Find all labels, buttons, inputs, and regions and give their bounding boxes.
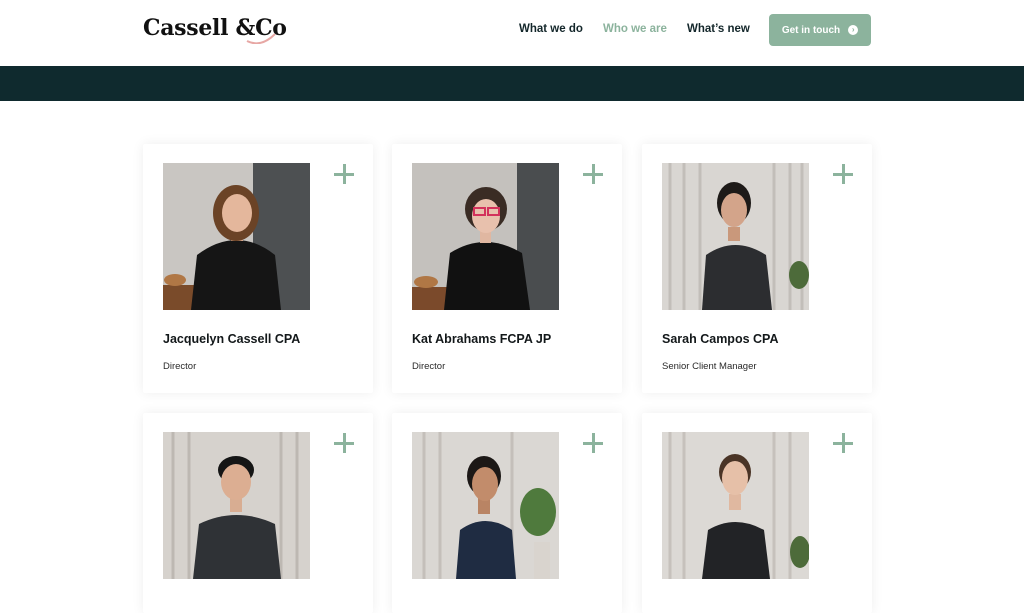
site-header: Cassell &Co What we do Who we are What’s… (0, 0, 1024, 66)
expand-plus-icon[interactable] (832, 163, 854, 185)
get-in-touch-label: Get in touch (781, 24, 841, 36)
team-card[interactable]: Kat Abrahams FCPA JP Director (392, 144, 622, 393)
team-photo (163, 432, 310, 579)
logo-swoosh-icon (246, 33, 276, 44)
team-member-name: Sarah Campos CPA (662, 332, 779, 346)
nav-whats-new[interactable]: What’s new (687, 23, 750, 35)
team-member-name: Kat Abrahams FCPA JP (412, 332, 552, 346)
team-photo (412, 432, 559, 579)
hero-band (0, 66, 1024, 101)
team-member-role: Director (163, 361, 197, 372)
team-card[interactable]: Sarah Campos CPA Senior Client Manager (642, 144, 872, 393)
team-card[interactable]: Jacquelyn Cassell CPA Director (143, 144, 373, 393)
team-card[interactable] (392, 413, 622, 613)
team-photo (662, 432, 809, 579)
expand-plus-icon[interactable] (832, 432, 854, 454)
get-in-touch-button[interactable]: Get in touch › (769, 14, 871, 46)
expand-plus-icon[interactable] (582, 163, 604, 185)
arrow-right-circle-icon: › (848, 25, 859, 35)
nav-who-we-are[interactable]: Who we are (603, 23, 667, 35)
team-card[interactable] (642, 413, 872, 613)
team-photo (662, 163, 809, 310)
team-member-name: Jacquelyn Cassell CPA (163, 332, 301, 346)
team-photo (163, 163, 310, 310)
expand-plus-icon[interactable] (333, 432, 355, 454)
team-photo (412, 163, 559, 310)
brand-logo[interactable]: Cassell &Co (143, 12, 287, 44)
expand-plus-icon[interactable] (582, 432, 604, 454)
team-member-role: Director (412, 361, 446, 372)
nav-what-we-do[interactable]: What we do (519, 23, 583, 35)
expand-plus-icon[interactable] (333, 163, 355, 185)
team-member-role: Senior Client Manager (662, 361, 757, 372)
team-card[interactable] (143, 413, 373, 613)
